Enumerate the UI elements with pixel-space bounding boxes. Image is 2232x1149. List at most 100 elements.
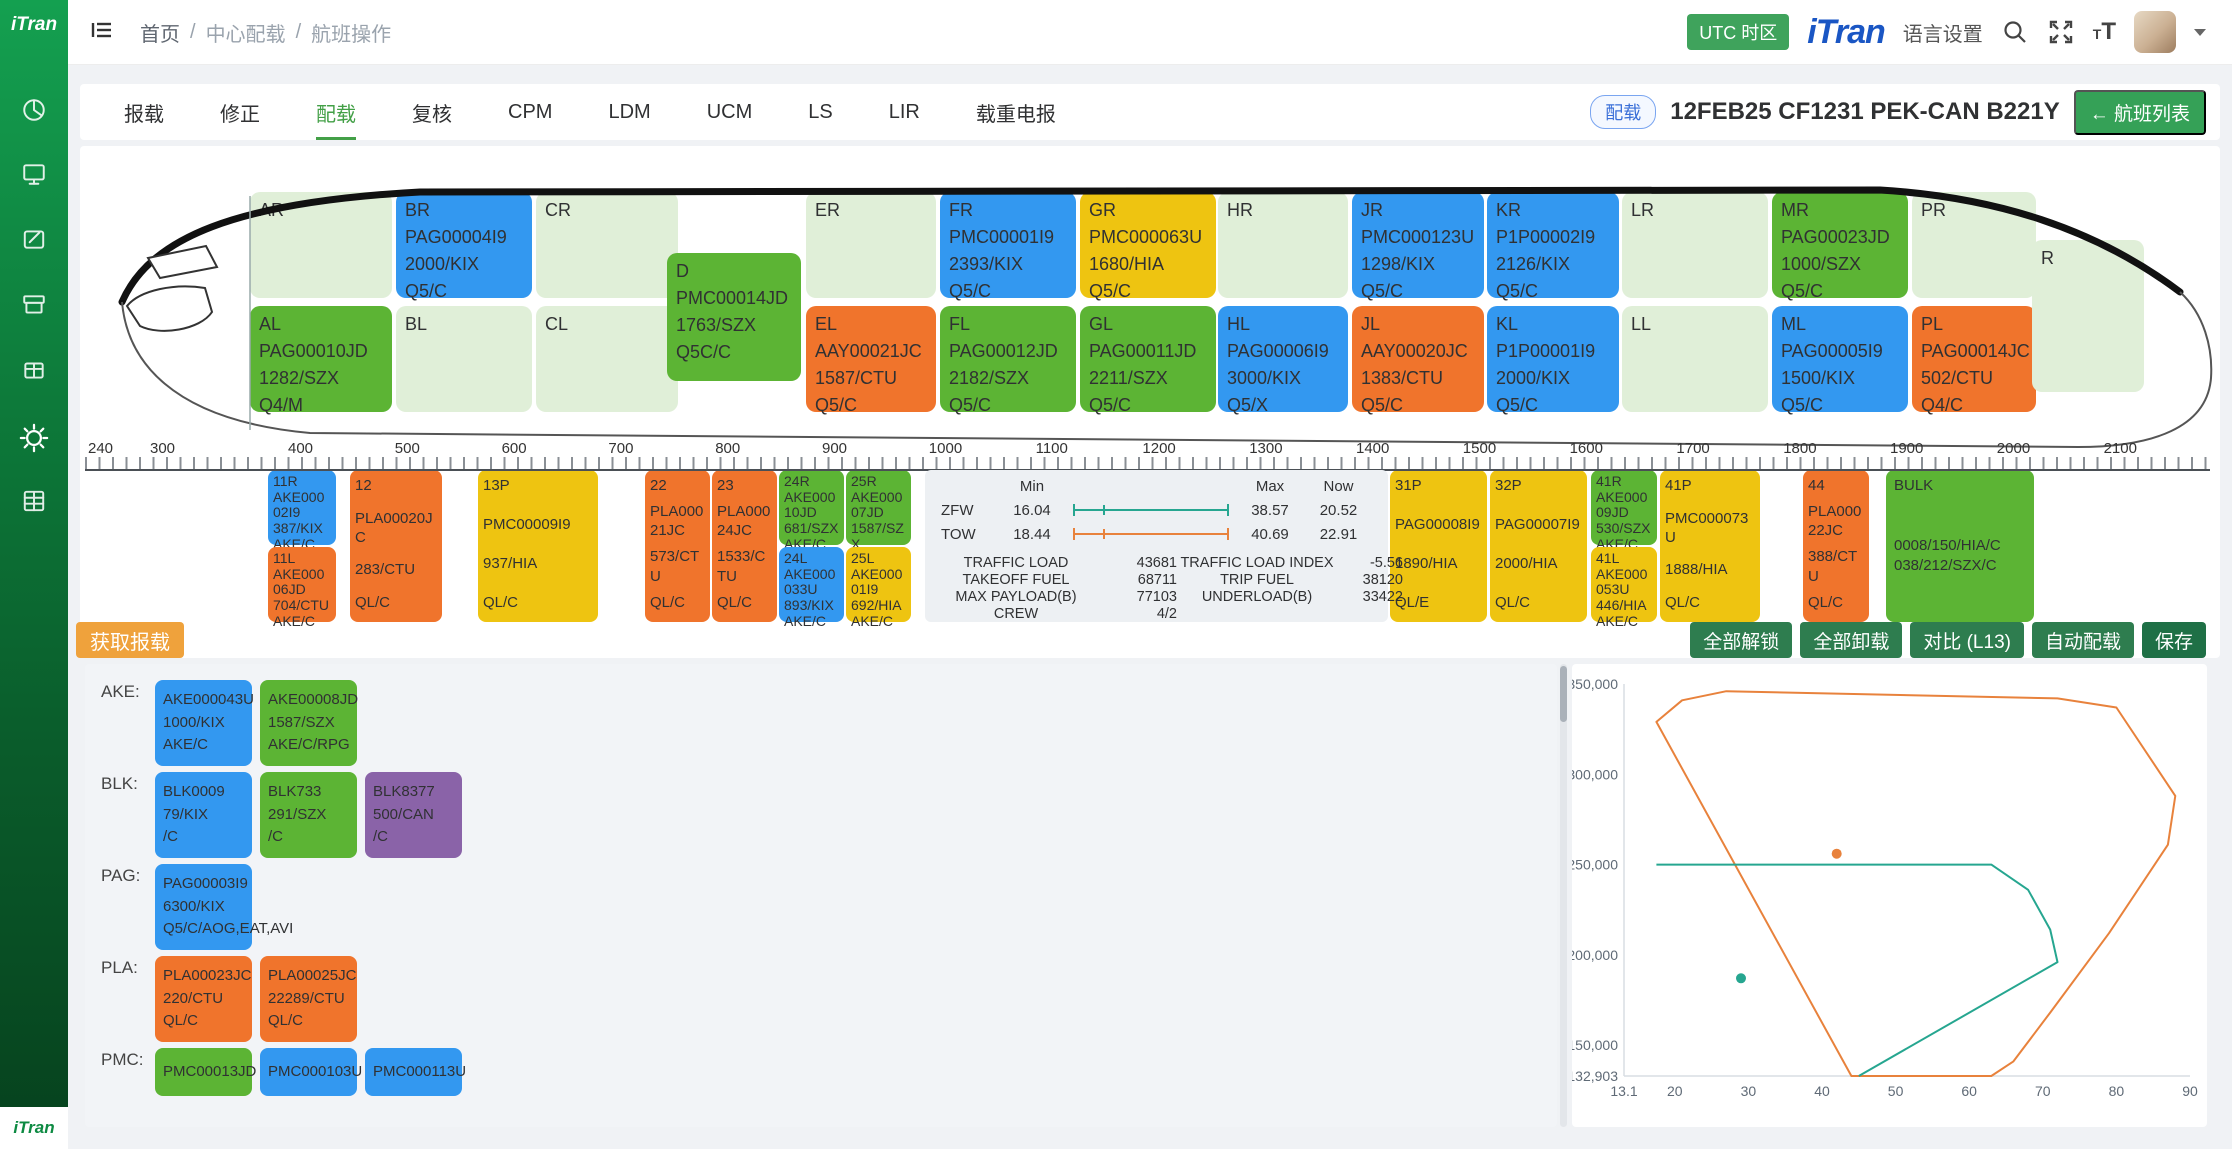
hold-position-13P[interactable]: 13PPMC00009I9937/HIAQL/C — [478, 470, 598, 622]
deck-position-HR[interactable]: HR — [1218, 192, 1348, 298]
scrollbar-thumb[interactable] — [1560, 666, 1567, 722]
deck-position-D[interactable]: DPMC00014JD1763/SZXQ5C/C — [667, 253, 801, 381]
dashboard-icon[interactable] — [21, 97, 47, 123]
hold-position-41P[interactable]: 41PPMC000073U1888/HIAQL/C — [1660, 470, 1760, 622]
uld-line: Q5/C — [1089, 278, 1207, 305]
deck-position-LL[interactable]: LL — [1622, 306, 1768, 412]
hold-position-11L[interactable]: 11LAKE00006JD704/CTUAKE/C — [268, 547, 336, 622]
back-to-flight-list-button[interactable]: ← 航班列表 — [2074, 90, 2206, 135]
deck-position-GR[interactable]: GRPMC000063U1680/HIAQ5/C — [1080, 192, 1216, 298]
tab-LS[interactable]: LS — [780, 84, 860, 140]
tab-UCM[interactable]: UCM — [679, 84, 781, 140]
uld-chip-PAG00003I9[interactable]: PAG00003I96300/KIXQ5/C/AOG,EAT,AVI — [155, 864, 252, 950]
hold-position-12[interactable]: 12PLA00020JC283/CTUQL/C — [350, 470, 442, 622]
deck-position-LR[interactable]: LR — [1622, 192, 1768, 298]
deck-position-BL[interactable]: BL — [396, 306, 532, 412]
fetch-load-button[interactable]: 获取报载 — [76, 622, 184, 658]
mode-badge[interactable]: 配载 — [1590, 95, 1656, 129]
uld-chip-AKE000043U[interactable]: AKE000043U1000/KIXAKE/C — [155, 680, 252, 766]
uld-chip-PLA00023JC[interactable]: PLA00023JC220/CTUQL/C — [155, 956, 252, 1042]
unlock-all-button[interactable]: 全部解锁 — [1690, 622, 1792, 658]
breadcrumb-home[interactable]: 首页 — [140, 18, 180, 47]
deck-position-KL[interactable]: KLP1P00001I92000/KIXQ5/C — [1487, 306, 1619, 412]
panel-scrollbar[interactable] — [1560, 664, 1567, 1127]
uld-chip-PMC000103U[interactable]: PMC000103U — [260, 1048, 357, 1096]
tab-修正[interactable]: 修正 — [192, 84, 288, 140]
avatar[interactable] — [2134, 11, 2176, 53]
compare-button[interactable]: 对比 (L13) — [1910, 622, 2024, 658]
uld-chip-BLK8377[interactable]: BLK8377500/CAN/C — [365, 772, 462, 858]
font-size-icon[interactable]: TT — [2093, 18, 2116, 46]
deck-position-JR[interactable]: JRPMC000123U1298/KIXQ5/C — [1352, 192, 1484, 298]
hold-position-25R[interactable]: 25RAKE00007JD1587/SZXAKE/C — [846, 470, 911, 545]
deck-position-JL[interactable]: JLAAY00020JC1383/CTUQ5/C — [1352, 306, 1484, 412]
deck-position-FR[interactable]: FRPMC00001I92393/KIXQ5/C — [940, 192, 1076, 298]
uld-line: 3000/KIX — [1227, 365, 1339, 392]
tab-LDM[interactable]: LDM — [580, 84, 678, 140]
hold-position-31P[interactable]: 31PPAG00008I91890/HIAQL/E — [1390, 470, 1487, 622]
auto-load-button[interactable]: 自动配载 — [2032, 622, 2134, 658]
hold-position-22[interactable]: 22PLA00021JC573/CTUQL/C — [645, 470, 710, 622]
uld-line: P1P00001I9 — [1496, 338, 1610, 365]
monitor-icon[interactable] — [21, 161, 47, 187]
hold-position-BULK[interactable]: BULK0008/150/HIA/C038/212/SZX/C — [1886, 470, 2034, 622]
utc-timezone-badge[interactable]: UTC 时区 — [1687, 14, 1789, 50]
edit-icon[interactable] — [21, 226, 47, 252]
tab-报载[interactable]: 报载 — [96, 84, 192, 140]
uld-chip-BLK733[interactable]: BLK733291/SZX/C — [260, 772, 357, 858]
tab-载重电报[interactable]: 载重电报 — [948, 84, 1084, 140]
uld-chip-BLK0009[interactable]: BLK000979/KIX/C — [155, 772, 252, 858]
deck-position-AR[interactable]: AR — [250, 192, 392, 298]
position-label: ML — [1781, 311, 1899, 338]
tab-配载[interactable]: 配载 — [288, 84, 384, 140]
tab-LIR[interactable]: LIR — [861, 84, 948, 140]
deck-position-CR[interactable]: CR — [536, 192, 678, 298]
deck-position-HL[interactable]: HLPAG00006I93000/KIXQ5/X — [1218, 306, 1348, 412]
deck-position-R[interactable]: R — [2032, 240, 2144, 392]
deck-position-KR[interactable]: KRP1P00002I92126/KIXQ5/C — [1487, 192, 1619, 298]
hold-position-24R[interactable]: 24RAKE00010JD681/SZXAKE/C — [779, 470, 844, 545]
deck-position-FL[interactable]: FLPAG00012JD2182/SZXQ5/C — [940, 306, 1076, 412]
hold-position-25L[interactable]: 25LAKE00001I9692/HIAAKE/C — [846, 547, 911, 622]
hold-position-32P[interactable]: 32PPAG00007I92000/HIAQL/C — [1490, 470, 1587, 622]
uld-line: AKE/C — [851, 614, 906, 630]
uld-group-label: PAG: — [101, 864, 155, 950]
position-label: BL — [405, 311, 523, 338]
uld-line: QL/C — [1495, 593, 1582, 612]
archive-icon[interactable] — [21, 292, 47, 318]
uld-chip-PLA00025JC[interactable]: PLA00025JC22289/CTUQL/C — [260, 956, 357, 1042]
hold-position-41R[interactable]: 41RAKE00009JD530/SZXAKE/C — [1591, 470, 1657, 545]
grid-icon[interactable] — [21, 488, 47, 514]
uld-chip-AKE00008JD[interactable]: AKE00008JD1587/SZXAKE/C/RPG — [260, 680, 357, 766]
save-button[interactable]: 保存 — [2142, 622, 2206, 658]
chevron-down-icon[interactable] — [2194, 29, 2206, 36]
deck-position-CL[interactable]: CL — [536, 306, 678, 412]
uld-chip-PMC000113U[interactable]: PMC000113U — [365, 1048, 462, 1096]
deck-position-GL[interactable]: GLPAG00011JD2211/SZXQ5/C — [1080, 306, 1216, 412]
deck-position-MR[interactable]: MRPAG00023JD1000/SZXQ5/C — [1772, 192, 1908, 298]
fullscreen-icon[interactable] — [2047, 18, 2075, 46]
hold-position-44[interactable]: 44PLA00022JC388/CTUQL/C — [1803, 470, 1869, 622]
tab-CPM[interactable]: CPM — [480, 84, 580, 140]
hold-position-41L[interactable]: 41LAKE000053U446/HIAAKE/C — [1591, 547, 1657, 622]
unload-all-button[interactable]: 全部卸载 — [1800, 622, 1902, 658]
deck-position-EL[interactable]: ELAAY00021JC1587/CTUQ5/C — [806, 306, 936, 412]
deck-position-ML[interactable]: MLPAG00005I91500/KIXQ5/C — [1772, 306, 1908, 412]
deck-position-BR[interactable]: BRPAG00004I92000/KIXQ5/C — [396, 192, 532, 298]
deck-position-AL[interactable]: ALPAG00010JD1282/SZXQ4/M — [250, 306, 392, 412]
tow-range-slider[interactable] — [1071, 525, 1231, 543]
language-setting[interactable]: 语言设置 — [1903, 18, 1983, 47]
hold-position-23[interactable]: 23PLA00024JC1533/CTUQL/C — [712, 470, 777, 622]
deck-position-PL[interactable]: PLPAG00014JC502/CTUQ4/C — [1912, 306, 2036, 412]
deck-position-PR[interactable]: PR — [1912, 192, 2036, 298]
deck-position-ER[interactable]: ER — [806, 192, 936, 298]
tab-复核[interactable]: 复核 — [384, 84, 480, 140]
uld-chip-PMC00013JD[interactable]: PMC00013JD — [155, 1048, 252, 1096]
hold-position-24L[interactable]: 24LAKE000033U893/KIXAKE/C — [779, 547, 844, 622]
menu-collapse-icon[interactable] — [90, 18, 114, 47]
zfw-range-slider[interactable] — [1071, 501, 1231, 519]
package-icon[interactable] — [21, 357, 47, 383]
search-icon[interactable] — [2001, 18, 2029, 46]
breadcrumb-center-load[interactable]: 中心配载 — [206, 18, 286, 47]
hold-position-11R[interactable]: 11RAKE00002I9387/KIXAKE/C — [268, 470, 336, 545]
